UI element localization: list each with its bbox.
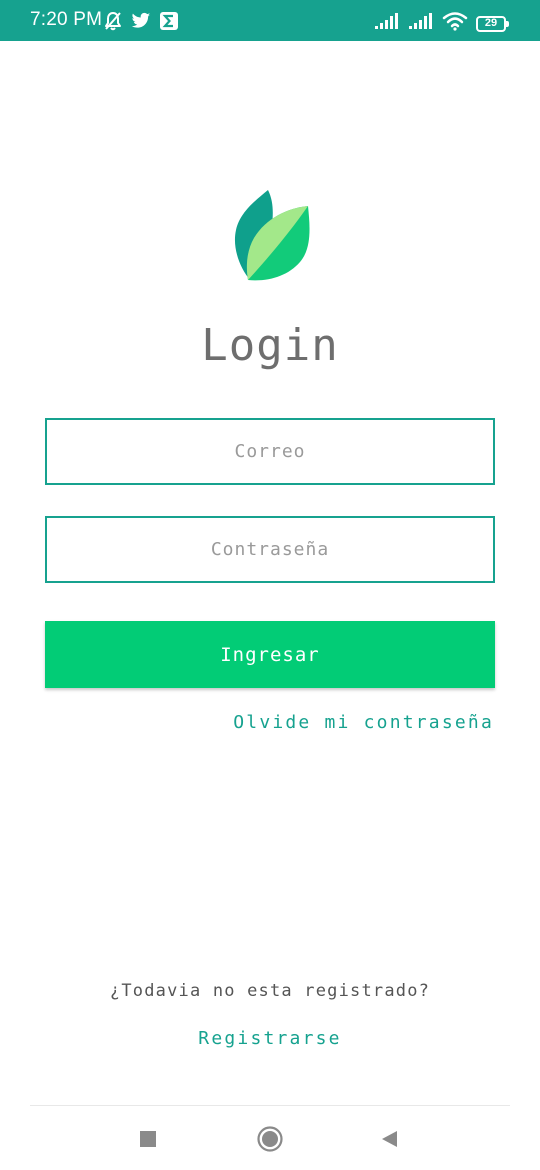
recents-square-icon[interactable] xyxy=(133,1124,163,1154)
status-time: 7:20 PM xyxy=(30,9,103,30)
status-bar: 7:20 PM 29 xyxy=(0,0,540,41)
back-triangle-icon[interactable] xyxy=(374,1124,404,1154)
sigma-app-icon xyxy=(159,11,179,36)
bell-off-icon xyxy=(103,11,123,36)
login-button[interactable]: Ingresar xyxy=(45,621,495,688)
register-link[interactable]: Registrarse xyxy=(0,1028,540,1049)
status-icons-right: 29 xyxy=(374,11,509,36)
status-icons-left xyxy=(103,11,179,36)
home-circle-icon[interactable] xyxy=(255,1124,285,1154)
password-input[interactable] xyxy=(47,517,493,582)
page-title: Login xyxy=(201,320,339,371)
navigation-bar xyxy=(0,1106,540,1170)
wifi-icon xyxy=(442,11,468,36)
signal-icon xyxy=(408,12,434,35)
forgot-password-link[interactable]: Olvide mi contraseña xyxy=(233,712,494,733)
leaf-logo-icon xyxy=(228,188,312,284)
password-field[interactable] xyxy=(45,516,495,583)
battery-icon: 29 xyxy=(476,15,509,32)
signal-icon xyxy=(374,12,400,35)
email-field[interactable] xyxy=(45,418,495,485)
battery-level: 29 xyxy=(484,17,498,29)
twitter-icon xyxy=(131,12,151,35)
email-input[interactable] xyxy=(47,419,493,484)
not-registered-text: ¿Todavia no esta registrado? xyxy=(109,981,431,1001)
